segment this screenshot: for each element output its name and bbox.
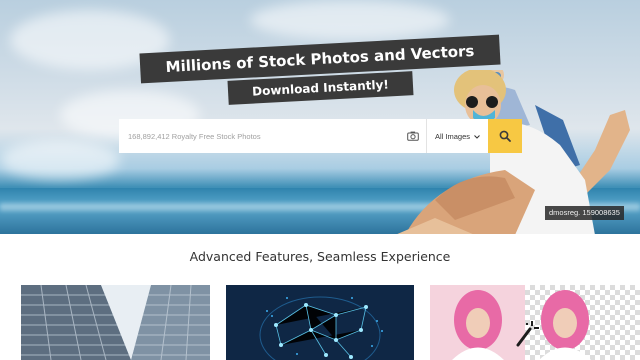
- search-button[interactable]: [488, 119, 522, 153]
- features-title: Advanced Features, Seamless Experience: [189, 249, 451, 264]
- architecture-photo: [21, 285, 210, 360]
- photo-credit: dmosreg. 159008635: [545, 206, 624, 220]
- feature-card-architecture[interactable]: [21, 285, 210, 360]
- image-type-select-value: All Images: [434, 131, 470, 141]
- image-type-select[interactable]: All Images: [427, 119, 488, 153]
- camera-icon[interactable]: [400, 119, 426, 153]
- feature-card-background-remover[interactable]: [430, 285, 640, 360]
- feature-card-ai-network[interactable]: [226, 285, 414, 360]
- background-remover-example: [430, 285, 640, 360]
- chevron-down-icon: [474, 132, 480, 141]
- search-bar: All Images: [119, 119, 522, 153]
- search-input[interactable]: [119, 119, 400, 153]
- ai-network-graphic: [259, 296, 383, 360]
- search-icon: [499, 127, 511, 146]
- hero-banner: Millions of Stock Photos and Vectors Dow…: [0, 0, 640, 234]
